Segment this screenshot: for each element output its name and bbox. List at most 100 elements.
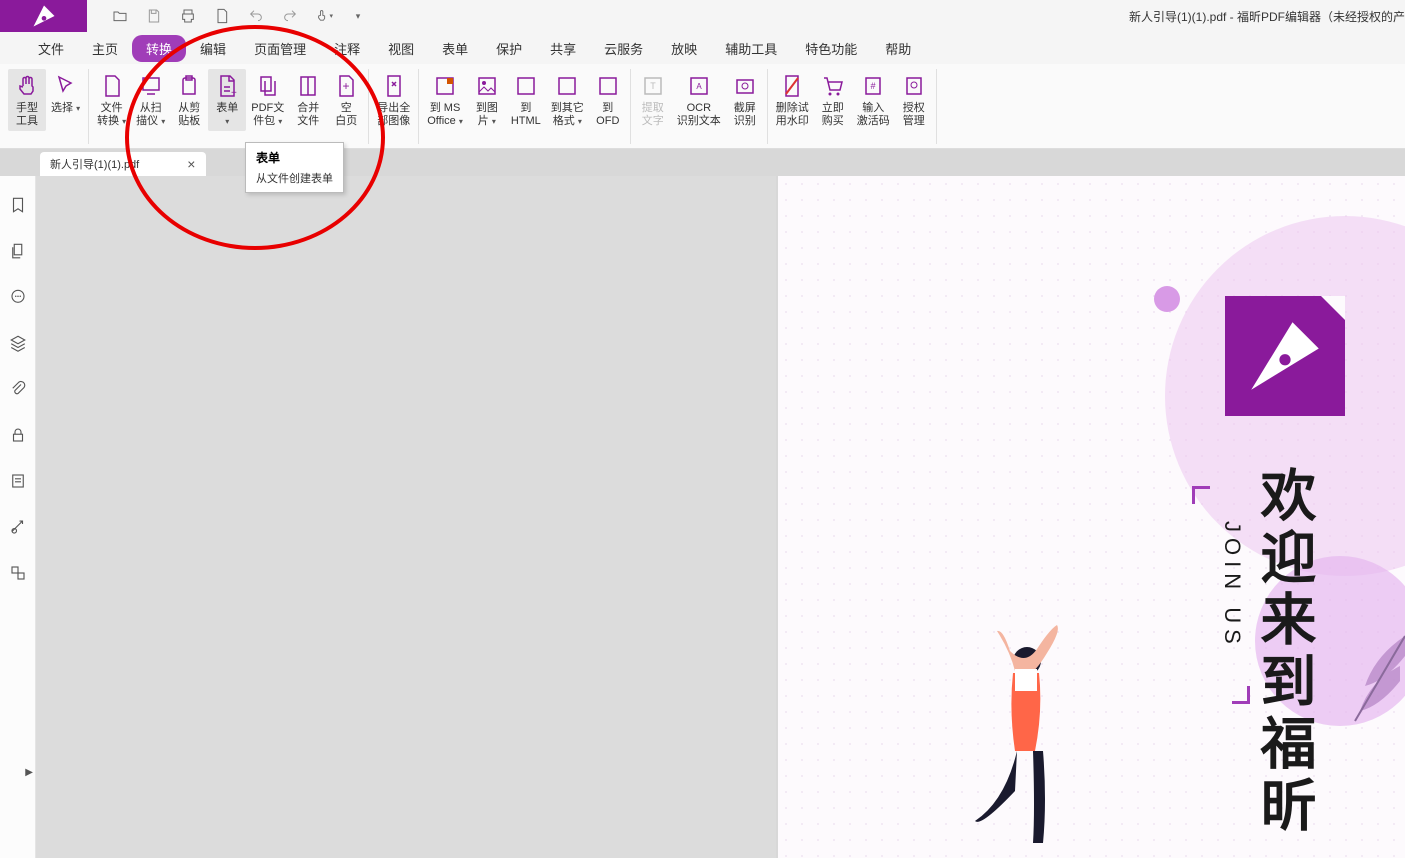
- welcome-text: 欢迎来到福昕: [1244, 466, 1325, 838]
- save-icon[interactable]: [145, 7, 163, 25]
- merge-icon: [294, 72, 322, 100]
- menu-help[interactable]: 帮助: [871, 35, 925, 62]
- scan-icon: [137, 72, 165, 100]
- open-icon[interactable]: [111, 7, 129, 25]
- ribbon-btn-img[interactable]: 到图 片 ▾: [468, 69, 506, 131]
- ribbon-btn-key[interactable]: #输入 激活码: [852, 69, 895, 131]
- join-us-text: JOIN US: [1219, 521, 1245, 650]
- menu-protect[interactable]: 保护: [482, 35, 536, 62]
- ribbon-btn-buy[interactable]: 立即 购买: [814, 69, 852, 131]
- ribbon-btn-ocr[interactable]: AOCR 识别文本: [672, 69, 726, 131]
- tooltip-desc: 从文件创建表单: [256, 170, 333, 186]
- ribbon-btn-form[interactable]: +表单 ▾: [208, 69, 246, 131]
- page-icon[interactable]: [213, 7, 231, 25]
- qat-more-icon[interactable]: ▾: [349, 7, 367, 25]
- snap-icon: [731, 72, 759, 100]
- other-icon: [553, 72, 581, 100]
- svg-text:+: +: [231, 88, 237, 98]
- share-icon[interactable]: [9, 564, 27, 582]
- ribbon-tooltip: 表单 从文件创建表单: [245, 142, 344, 193]
- leaf-illustration: [1345, 626, 1405, 726]
- ribbon-btn-extract[interactable]: T提取 文字: [634, 69, 672, 131]
- document-tab-label: 新人引导(1)(1).pdf: [50, 156, 139, 172]
- document-tab-bar: 新人引导(1)(1).pdf ×: [0, 149, 1405, 176]
- document-canvas[interactable]: JOIN US 欢迎来到福昕: [36, 176, 1405, 858]
- touch-icon[interactable]: ▾: [315, 7, 333, 25]
- ribbon-group: 手型 工具选择 ▾: [5, 69, 89, 144]
- ribbon-btn-scan[interactable]: 从扫 描仪 ▾: [131, 69, 170, 131]
- ribbon-btn-select[interactable]: 选择 ▾: [46, 69, 85, 118]
- ms-icon: [431, 72, 459, 100]
- ribbon-btn-snap[interactable]: 截屏 识别: [726, 69, 764, 131]
- menu-annotate[interactable]: 注释: [320, 35, 374, 62]
- attach-icon[interactable]: [9, 380, 27, 398]
- lock-icon[interactable]: [9, 426, 27, 444]
- ribbon-btn-merge[interactable]: 合并 文件: [289, 69, 327, 131]
- menu-file[interactable]: 文件: [24, 35, 78, 62]
- ribbon-label: 删除试 用水印: [776, 102, 809, 128]
- ribbon-btn-ms[interactable]: 到 MS Office ▾: [422, 69, 468, 131]
- ribbon-label: 从扫 描仪 ▾: [136, 102, 165, 128]
- menu-edit[interactable]: 编辑: [186, 35, 240, 62]
- menu-view[interactable]: 视图: [374, 35, 428, 62]
- ribbon-btn-file[interactable]: 文件 转换 ▾: [92, 69, 131, 131]
- pages-icon[interactable]: [9, 242, 27, 260]
- ribbon-label: 手型 工具: [16, 102, 38, 128]
- redo-icon[interactable]: [281, 7, 299, 25]
- ribbon-label: 到 OFD: [596, 102, 619, 128]
- ribbon-btn-html[interactable]: 到 HTML: [506, 69, 546, 131]
- expand-panel-icon[interactable]: ▶: [25, 767, 33, 778]
- ribbon-label: 空 白页: [335, 102, 357, 128]
- ribbon-btn-export[interactable]: 导出全 部图像: [372, 69, 415, 131]
- ribbon-btn-auth[interactable]: 授权 管理: [895, 69, 933, 131]
- menu-present[interactable]: 放映: [657, 35, 711, 62]
- menu-features[interactable]: 特色功能: [791, 35, 871, 62]
- menu-page[interactable]: 页面管理: [240, 35, 320, 62]
- ribbon-btn-water[interactable]: 删除试 用水印: [771, 69, 814, 131]
- svg-text:+: +: [343, 79, 350, 93]
- ribbon-group: 导出全 部图像: [369, 69, 419, 144]
- comment-icon[interactable]: [9, 288, 27, 306]
- undo-icon[interactable]: [247, 7, 265, 25]
- auth-icon: [900, 72, 928, 100]
- water-icon: [778, 72, 806, 100]
- ribbon-btn-clip[interactable]: 从剪 贴板: [170, 69, 208, 131]
- menu-bar: 文件 主页 转换 编辑 页面管理 注释 视图 表单 保护 共享 云服务 放映 辅…: [0, 32, 1405, 64]
- ribbon-btn-hand[interactable]: 手型 工具: [8, 69, 46, 131]
- workspace: ▶ JOIN US 欢迎来到福昕: [0, 176, 1405, 858]
- ribbon-label: 立即 购买: [822, 102, 844, 128]
- ribbon-label: 从剪 贴板: [178, 102, 200, 128]
- menu-convert[interactable]: 转换: [132, 35, 186, 62]
- layers-icon[interactable]: [9, 334, 27, 352]
- tab-close-button[interactable]: ×: [184, 156, 198, 172]
- ribbon-btn-other[interactable]: 到其它 格式 ▾: [546, 69, 589, 131]
- ribbon-group: T提取 文字AOCR 识别文本截屏 识别: [631, 69, 768, 144]
- menu-form[interactable]: 表单: [428, 35, 482, 62]
- ribbon-group: 文件 转换 ▾从扫 描仪 ▾ 从剪 贴板 +表单 ▾PDF文 件包 ▾合并 文件 + 空…: [89, 69, 369, 144]
- ribbon-label: 输入 激活码: [857, 102, 890, 128]
- sign-icon[interactable]: [9, 472, 27, 490]
- print-icon[interactable]: [179, 7, 197, 25]
- svg-text:T: T: [650, 81, 656, 91]
- ribbon-label: 授权 管理: [903, 102, 925, 128]
- bookmark-icon[interactable]: [9, 196, 27, 214]
- stamp-icon[interactable]: [9, 518, 27, 536]
- form-icon: +: [213, 72, 241, 100]
- title-bar: ▾ ▾ 新人引导(1)(1).pdf - 福昕PDF编辑器（未经授权的产: [0, 0, 1405, 32]
- pkg-icon: [254, 72, 282, 100]
- pen-nib-icon: [1240, 311, 1330, 401]
- img-icon: [473, 72, 501, 100]
- ribbon-label: 到 HTML: [511, 102, 541, 128]
- ribbon-btn-blank[interactable]: + 空 白页: [327, 69, 365, 131]
- ribbon-btn-ofd[interactable]: 到 OFD: [589, 69, 627, 131]
- buy-icon: [819, 72, 847, 100]
- ribbon-btn-pkg[interactable]: PDF文 件包 ▾: [246, 69, 289, 131]
- ofd-icon: [594, 72, 622, 100]
- document-tab[interactable]: 新人引导(1)(1).pdf ×: [40, 152, 206, 176]
- menu-accessibility[interactable]: 辅助工具: [711, 35, 791, 62]
- ocr-icon: A: [685, 72, 713, 100]
- menu-home[interactable]: 主页: [78, 35, 132, 62]
- menu-cloud[interactable]: 云服务: [590, 35, 657, 62]
- menu-share[interactable]: 共享: [536, 35, 590, 62]
- page-content: JOIN US 欢迎来到福昕: [778, 176, 1405, 858]
